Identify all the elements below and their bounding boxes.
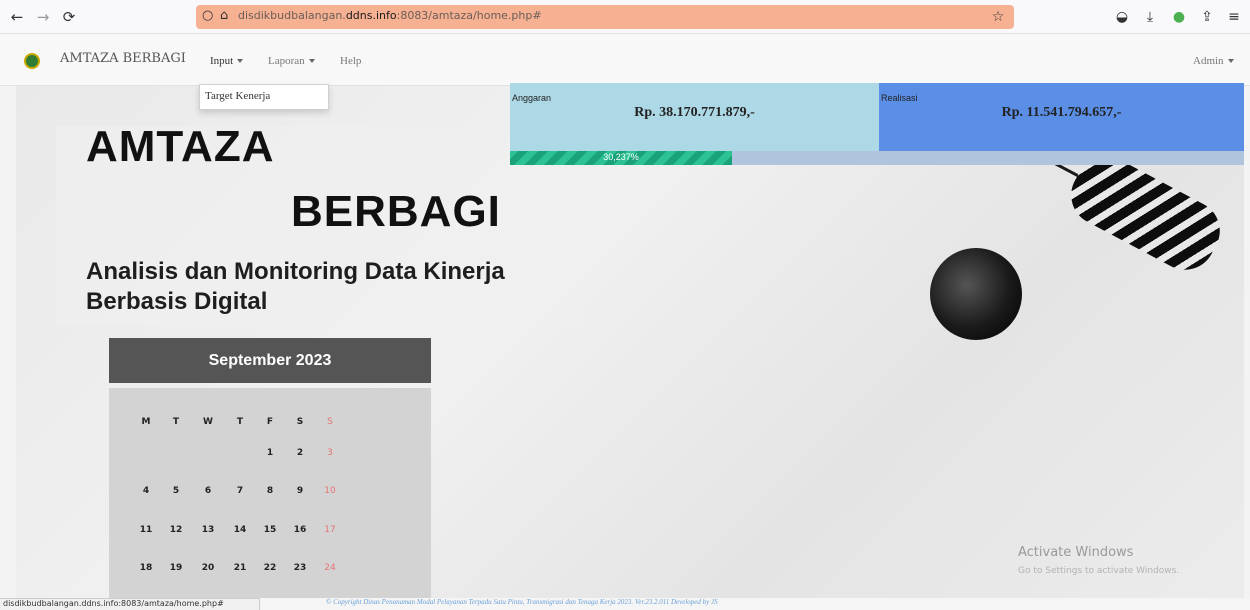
share-icon[interactable]: ⇪ — [1198, 8, 1216, 26]
calendar-day-header: M — [141, 417, 151, 427]
calendar-date[interactable]: 23 — [285, 563, 315, 573]
menu-icon[interactable]: ≡ — [1225, 8, 1243, 26]
anggaran-value: Rp. 38.170.771.879,- — [634, 105, 755, 120]
calendar-day-header: W — [203, 417, 213, 427]
forward-icon[interactable]: → — [34, 8, 52, 26]
calendar-date[interactable]: 20 — [193, 563, 223, 573]
calendar-date[interactable]: 6 — [193, 486, 223, 496]
brand-link[interactable]: AMTAZA BERBAGI — [60, 51, 186, 66]
chevron-down-icon — [1227, 59, 1234, 64]
logo-icon[interactable] — [24, 53, 40, 69]
hero-title-line2: BERBAGI — [291, 187, 501, 236]
calendar-date[interactable]: 13 — [193, 525, 223, 535]
calendar-day-header: S — [327, 417, 333, 427]
anggaran-label: Anggaran — [512, 93, 552, 103]
calendar-date[interactable]: 21 — [225, 563, 255, 573]
calendar-date[interactable]: 16 — [285, 525, 315, 535]
activate-windows-title: Activate Windows — [1018, 545, 1134, 560]
calendar-date[interactable]: 24 — [315, 563, 345, 573]
pocket-icon[interactable]: ◒ — [1113, 8, 1131, 26]
chevron-down-icon — [308, 59, 315, 64]
calendar-month: September 2023 — [208, 352, 332, 369]
calendar-date[interactable]: 18 — [131, 563, 161, 573]
progress-fill: 30,237% — [510, 151, 732, 165]
footer-copyright: © Copyright Dinas Penanaman Modal Pelaya… — [326, 598, 718, 606]
calendar-date[interactable]: 22 — [255, 563, 285, 573]
calendar-date[interactable]: 5 — [161, 486, 191, 496]
calendar-date[interactable]: 1 — [255, 448, 285, 458]
anggaran-panel: Anggaran Rp. 38.170.771.879,- — [510, 83, 879, 151]
reload-icon[interactable]: ⟳ — [60, 8, 78, 26]
chevron-down-icon — [237, 59, 244, 64]
progress-label: 30,237% — [603, 152, 639, 162]
download-icon[interactable]: ⤓ — [1141, 8, 1159, 26]
input-dropdown: Target Kenerja — [199, 84, 329, 110]
bookmark-star-icon[interactable]: ☆ — [989, 8, 1007, 26]
calendar-day-header: S — [296, 417, 304, 427]
status-url: disdikbudbalangan.ddns.info:8083/amtaza/… — [3, 599, 224, 608]
calendar-date[interactable]: 17 — [315, 525, 345, 535]
back-icon[interactable]: ← — [8, 8, 26, 26]
realisasi-panel: Realisasi Rp. 11.541.794.657,- — [879, 83, 1244, 151]
hero-subtitle: Analisis dan Monitoring Data Kinerja Ber… — [86, 257, 606, 317]
shield-icon[interactable]: ○ — [202, 8, 213, 23]
calendar-date[interactable]: 15 — [255, 525, 285, 535]
calendar-date[interactable]: 14 — [225, 525, 255, 535]
subtitle-line1: Analisis dan Monitoring Data Kinerja — [86, 258, 505, 285]
app-navbar: AMTAZA BERBAGI Input Laporan Help Admin — [0, 34, 1250, 86]
menu-laporan[interactable]: Laporan — [268, 55, 315, 67]
dropdown-item-target-kenerja[interactable]: Target Kenerja — [205, 90, 270, 102]
lock-icon[interactable]: ⌂ — [220, 8, 228, 23]
browser-toolbar: ← → ⟳ ○ ⌂ disdikbudbalangan.ddns.info:80… — [0, 0, 1250, 34]
calendar-date[interactable]: 7 — [225, 486, 255, 496]
calendar-date[interactable]: 8 — [255, 486, 285, 496]
bottle-image — [930, 248, 1022, 340]
calendar-date[interactable]: 9 — [285, 486, 315, 496]
menu-admin[interactable]: Admin — [1193, 55, 1234, 67]
footer: © Copyright Dinas Penanaman Modal Pelaya… — [260, 598, 1250, 610]
url-text: disdikbudbalangan.ddns.info:8083/amtaza/… — [238, 9, 542, 22]
calendar-date[interactable]: 19 — [161, 563, 191, 573]
calendar-date[interactable]: 2 — [285, 448, 315, 458]
calendar-day-header: T — [236, 417, 244, 427]
activate-windows-subtitle: Go to Settings to activate Windows. — [1018, 566, 1180, 576]
status-bar: disdikbudbalangan.ddns.info:8083/amtaza/… — [0, 598, 260, 610]
calendar-day-header: T — [172, 417, 180, 427]
realisasi-value: Rp. 11.541.794.657,- — [1001, 105, 1122, 120]
calendar-header: September 2023 — [109, 338, 431, 383]
hero-title-line1: AMTAZA — [86, 122, 275, 171]
calendar-date[interactable]: 12 — [161, 525, 191, 535]
realisasi-label: Realisasi — [881, 93, 918, 103]
extension-icon[interactable]: ● — [1170, 8, 1188, 26]
calendar-day-header: F — [266, 417, 274, 427]
subtitle-line2: Berbasis Digital — [86, 288, 268, 315]
progress-bar: 30,237% — [510, 151, 1244, 165]
address-bar[interactable]: ○ ⌂ disdikbudbalangan.ddns.info:8083/amt… — [196, 5, 1014, 29]
calendar-grid: M T W T F S S 1 2 3 4 5 6 7 8 9 10 11 12 13 14 15 16 17 18 19 20 21… — [109, 388, 431, 600]
menu-help[interactable]: Help — [340, 55, 361, 67]
calendar-date[interactable]: 4 — [131, 486, 161, 496]
calendar-date[interactable]: 3 — [315, 448, 345, 458]
calendar-date[interactable]: 10 — [315, 486, 345, 496]
calendar-date[interactable]: 11 — [131, 525, 161, 535]
menu-input[interactable]: Input — [210, 55, 244, 67]
